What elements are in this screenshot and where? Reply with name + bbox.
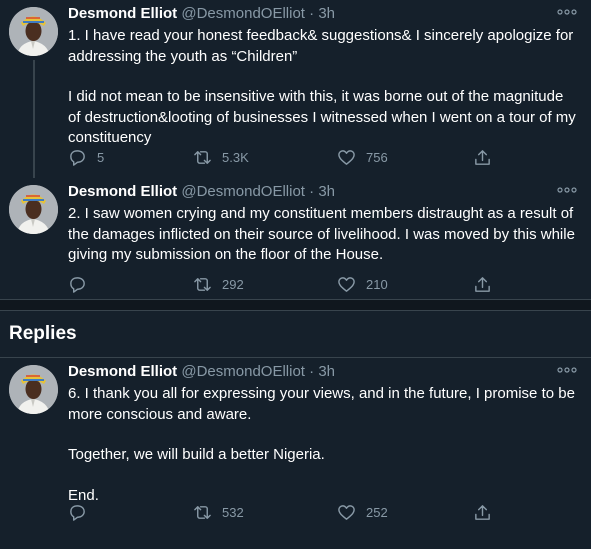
user-handle[interactable]: @DesmondOElliot (181, 5, 305, 22)
tweet-header: Desmond Elliot @DesmondOElliot · 3h (68, 4, 577, 24)
retweet-icon (194, 278, 211, 291)
tweet-actions: 532 252 (68, 503, 498, 523)
display-name[interactable]: Desmond Elliot (68, 183, 177, 200)
tweet-paragraph: Together, we will build a better Nigeria… (68, 446, 325, 464)
reply-button[interactable]: 5 (68, 148, 104, 167)
retweet-count: 292 (222, 277, 244, 292)
tweet-paragraph: 6. I thank you all for expressing your v… (68, 385, 575, 423)
tweet-text: 2. I saw women crying and my constituent… (68, 204, 577, 266)
retweet-icon (194, 151, 211, 164)
separator-dot: · (309, 363, 315, 380)
like-count: 210 (366, 277, 388, 292)
avatar[interactable] (9, 185, 58, 234)
tweet-header: Desmond Elliot @DesmondOElliot · 3h (68, 182, 577, 202)
more-icon[interactable] (557, 367, 577, 373)
reply-icon (70, 277, 85, 293)
tweet-content: Desmond Elliot @DesmondOElliot · 3h 1. I… (68, 4, 577, 149)
separator-dot: · (309, 5, 315, 22)
share-icon (475, 277, 490, 292)
retweet-button[interactable]: 5.3K (193, 148, 249, 167)
tweet-text: 6. I thank you all for expressing your v… (68, 384, 577, 506)
tweet-paragraph: 2. I saw women crying and my constituent… (68, 205, 575, 264)
tweet-content: Desmond Elliot @DesmondOElliot · 3h 6. I… (68, 362, 577, 506)
like-icon (338, 150, 355, 165)
share-button[interactable] (473, 503, 492, 522)
share-icon (475, 505, 490, 520)
more-icon[interactable] (557, 187, 577, 193)
avatar[interactable] (9, 365, 58, 414)
tweet-content: Desmond Elliot @DesmondOElliot · 3h 2. I… (68, 182, 577, 266)
share-button[interactable] (473, 148, 492, 167)
retweet-count: 5.3K (222, 150, 249, 165)
tweet[interactable]: Desmond Elliot @DesmondOElliot · 3h 6. I… (0, 358, 591, 548)
user-handle[interactable]: @DesmondOElliot (181, 183, 305, 200)
reply-button[interactable] (68, 275, 97, 294)
retweet-icon (194, 506, 211, 519)
tweet[interactable]: Desmond Elliot @DesmondOElliot · 3h 2. I… (0, 178, 591, 300)
tweet-actions: 5 5.3K 756 (68, 148, 498, 168)
timestamp[interactable]: 3h (318, 5, 335, 22)
like-icon (338, 277, 355, 292)
user-handle[interactable]: @DesmondOElliot (181, 363, 305, 380)
tweet[interactable]: Desmond Elliot @DesmondOElliot · 3h 1. I… (0, 0, 591, 178)
thread-line (33, 60, 35, 178)
like-icon (338, 505, 355, 520)
tweet-header: Desmond Elliot @DesmondOElliot · 3h (68, 362, 577, 382)
tweet-actions: 292 210 (68, 275, 498, 295)
reply-count: 5 (97, 150, 105, 165)
display-name[interactable]: Desmond Elliot (68, 5, 177, 22)
reply-button[interactable] (68, 503, 97, 522)
share-icon (475, 150, 490, 165)
replies-heading: Replies (0, 311, 591, 358)
more-icon[interactable] (557, 9, 577, 15)
tweet-text: 1. I have read your honest feedback& sug… (68, 26, 577, 149)
retweet-button[interactable]: 532 (193, 503, 244, 522)
reply-icon (70, 150, 85, 166)
like-count: 252 (366, 505, 388, 520)
retweet-count: 532 (222, 505, 244, 520)
like-button[interactable]: 252 (337, 503, 388, 522)
avatar[interactable] (9, 7, 58, 56)
reply-icon (70, 505, 85, 521)
tweet-paragraph: I did not mean to be insensitive with th… (68, 88, 576, 147)
display-name[interactable]: Desmond Elliot (68, 363, 177, 380)
retweet-button[interactable]: 292 (193, 275, 244, 294)
timestamp[interactable]: 3h (318, 363, 335, 380)
timestamp[interactable]: 3h (318, 183, 335, 200)
like-button[interactable]: 756 (337, 148, 388, 167)
separator-dot: · (309, 183, 315, 200)
share-button[interactable] (473, 275, 492, 294)
section-separator (0, 300, 591, 311)
like-button[interactable]: 210 (337, 275, 388, 294)
like-count: 756 (366, 150, 388, 165)
tweet-paragraph: 1. I have read your honest feedback& sug… (68, 27, 574, 65)
